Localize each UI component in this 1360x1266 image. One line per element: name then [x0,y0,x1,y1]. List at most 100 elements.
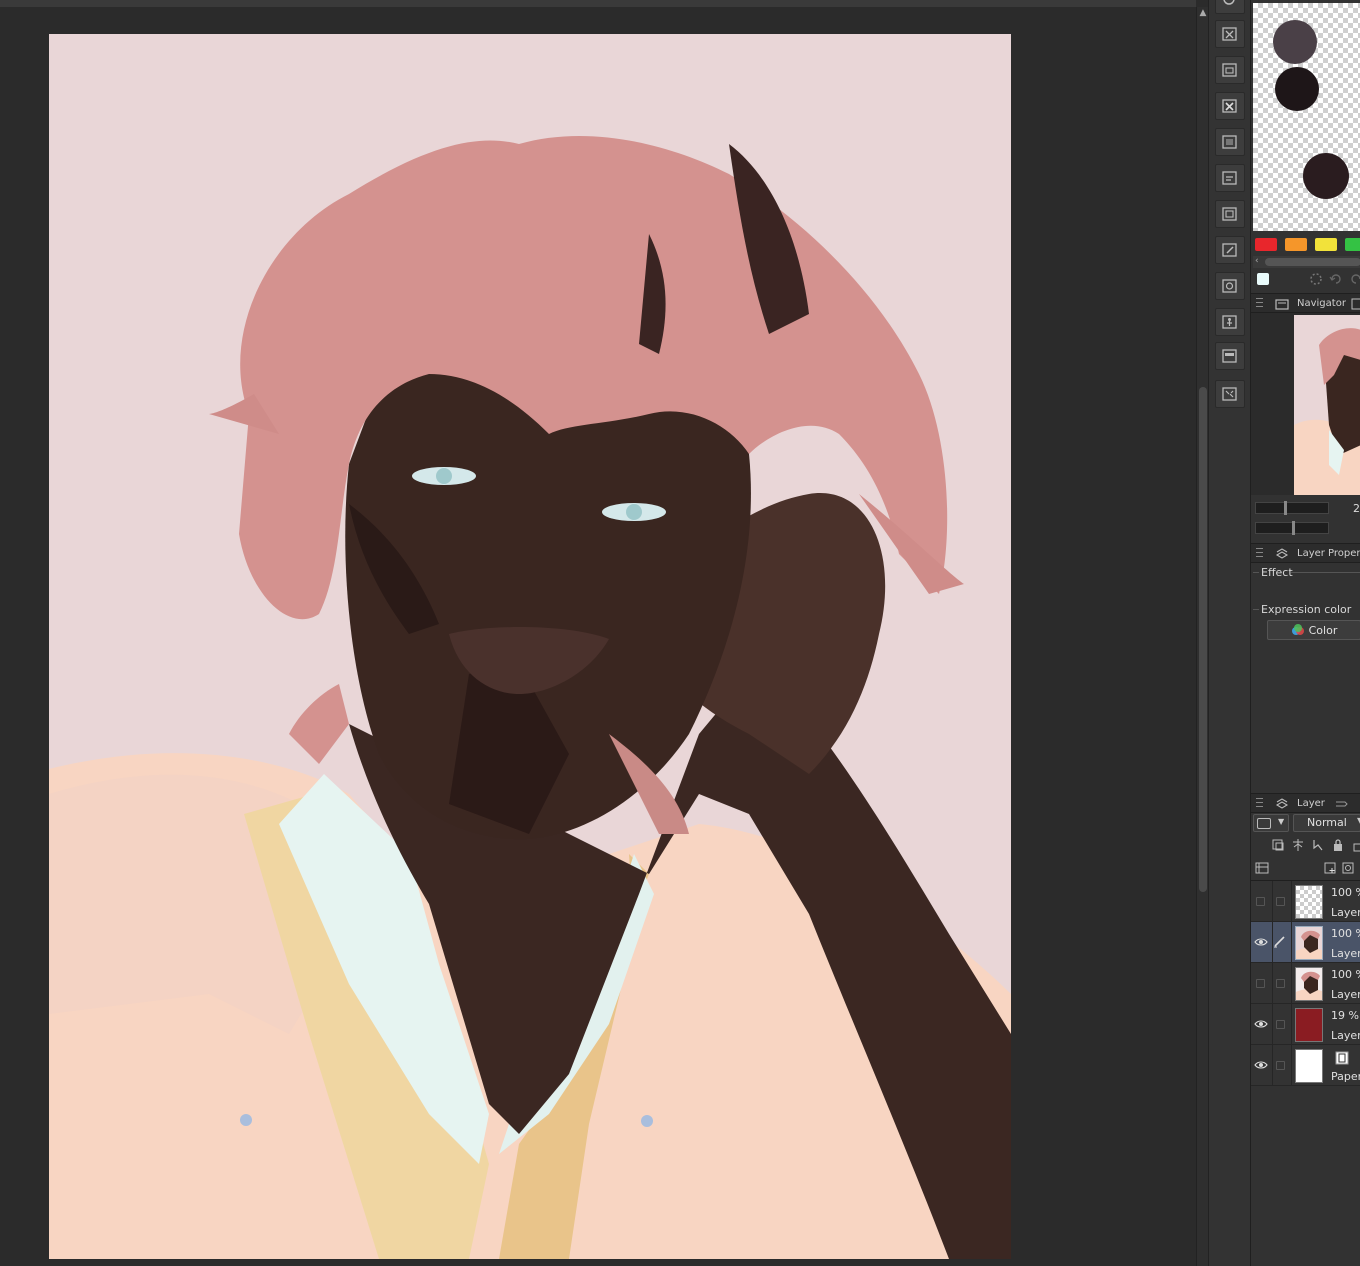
save-as-icon[interactable] [1215,164,1245,192]
second-tab-icon[interactable] [1351,297,1360,311]
save-icon[interactable] [1215,128,1245,156]
layer-thumbnail [1295,967,1323,1001]
navigator-tab-label: Navigator [1297,298,1346,309]
divider [1253,609,1259,610]
edit-toggle[interactable] [1276,897,1285,906]
canvas-area[interactable] [0,0,1196,1266]
edit-toggle[interactable] [1276,1061,1285,1070]
layer-thumbnail [1295,1049,1323,1083]
rotation-slider[interactable] [1255,521,1329,535]
zoom-slider-knob[interactable] [1284,501,1287,515]
scrollbar-thumb[interactable] [1199,387,1207,892]
navigator-tab[interactable]: Navigator [1251,293,1360,313]
lock-transparency-icon[interactable] [1351,838,1360,852]
new-layer-icon[interactable] [1323,861,1337,875]
figure-icon[interactable] [1215,308,1245,336]
layer-property-tab[interactable]: Layer Property [1251,543,1360,563]
open-icon[interactable] [1215,56,1245,84]
current-color-swatch[interactable] [1257,273,1269,285]
flatten-icon[interactable] [1215,342,1245,370]
layer-name: Layer [1331,947,1360,960]
edit-icon[interactable] [1215,236,1245,264]
layer-row[interactable]: 100 % Layer [1251,963,1360,1004]
new-icon[interactable] [1215,20,1245,48]
layer-opacity: 100 % [1331,968,1360,981]
divider [1272,1004,1273,1045]
quick-color-red[interactable] [1255,238,1277,251]
export-icon[interactable] [1215,200,1245,228]
layer-lock-row [1251,836,1360,854]
scroll-up-icon[interactable]: ▲ [1198,7,1208,19]
color-history-swatch[interactable] [1275,67,1319,111]
navigator-thumbnail[interactable] [1294,315,1360,495]
expression-color-button[interactable]: Color [1267,620,1360,640]
layer-property-icon [1275,548,1289,559]
rotation-slider-knob[interactable] [1292,521,1295,535]
paper-icon [1335,1051,1349,1065]
transform-icon[interactable] [1215,380,1245,408]
blend-mode-select[interactable]: Normal [1293,814,1360,832]
close-icon[interactable] [1215,92,1245,120]
color-history-palette[interactable] [1253,3,1360,231]
layer-row[interactable]: 100 % Layer [1251,881,1360,922]
canvas-vertical-scrollbar[interactable]: ▲ [1196,7,1208,1266]
app-window: ▲ ‹ Navigator 2 Layer Proper Effect Expr… [0,0,1360,1266]
divider [1291,922,1292,963]
panel-grip-icon[interactable] [1256,548,1263,557]
layer-list[interactable]: 100 % Layer 100 % Layer [1251,880,1360,1086]
redo-icon[interactable] [1349,272,1360,286]
layer-name: Layer [1331,1029,1360,1042]
layer-row[interactable]: Paper [1251,1045,1360,1086]
edit-toggle[interactable] [1276,1020,1285,1029]
quick-color-green[interactable] [1345,238,1360,251]
divider [1291,881,1292,922]
layer-settings-icon[interactable] [1255,861,1269,875]
layer-color-button[interactable]: ▼ [1253,814,1289,832]
layer-opacity: 19 % N [1331,1009,1360,1022]
eye-icon[interactable] [1254,1017,1268,1031]
cloud-icon[interactable] [1215,272,1245,300]
navigator-preview[interactable] [1251,313,1360,495]
divider [1253,572,1259,573]
layer-row[interactable]: 100 % Layer [1251,922,1360,963]
expression-color-label: Expression color [1261,603,1352,616]
edit-toggle[interactable] [1276,979,1285,988]
layer-thumbnail [1295,885,1323,919]
visibility-toggle[interactable] [1256,979,1265,988]
lock-icon[interactable] [1331,838,1345,852]
divider [1291,572,1360,573]
artwork-canvas[interactable] [49,34,1011,1259]
right-panel: ‹ Navigator 2 Layer Proper Effect Expres… [1250,0,1360,1266]
undo-icon[interactable] [1329,272,1343,286]
history-tab-icon[interactable] [1333,797,1349,811]
reference-icon[interactable] [1291,838,1305,852]
color-history-swatch[interactable] [1303,153,1349,199]
chevron-left-icon[interactable]: ‹ [1255,256,1259,266]
color-mode-icon [1291,623,1305,637]
palette-scrollbar[interactable]: ‹ [1253,256,1360,268]
palette-scroll-thumb[interactable] [1265,258,1360,266]
clip-icon[interactable] [1271,838,1285,852]
layer-tab[interactable]: Layer [1251,793,1360,813]
panel-grip-icon[interactable] [1256,798,1263,807]
panel-grip-icon[interactable] [1256,298,1263,307]
quick-color-orange[interactable] [1285,238,1307,251]
divider [1272,881,1273,922]
quick-color-yellow[interactable] [1315,238,1337,251]
eye-icon[interactable] [1254,935,1268,949]
draft-icon[interactable] [1311,838,1325,852]
new-vector-layer-icon[interactable] [1341,861,1355,875]
pen-icon[interactable] [1273,934,1287,948]
layer-row[interactable]: 19 % N Layer [1251,1004,1360,1045]
divider [1291,1045,1292,1086]
color-history-swatch[interactable] [1273,20,1317,64]
layer-thumbnail [1295,1008,1323,1042]
layer-actions-row [1251,858,1360,878]
zoom-value: 2 [1353,502,1360,515]
zoom-slider[interactable] [1255,501,1329,515]
loading-icon [1310,273,1322,285]
visibility-toggle[interactable] [1256,897,1265,906]
zoom-icon[interactable] [1215,0,1245,14]
layer-opacity: 100 % [1331,927,1360,940]
eye-icon[interactable] [1254,1058,1268,1072]
